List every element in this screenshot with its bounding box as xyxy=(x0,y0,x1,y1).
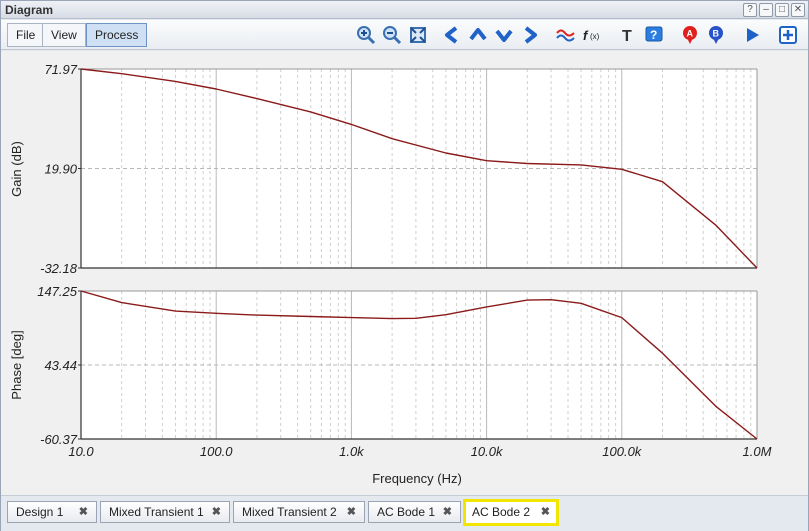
zoom-out-icon[interactable] xyxy=(382,25,402,45)
tab-label: Mixed Transient 2 xyxy=(242,505,337,519)
svg-text:B: B xyxy=(713,29,720,39)
close-tab-icon[interactable]: ✖ xyxy=(347,502,356,522)
window-title: Diagram xyxy=(5,3,54,17)
arrow-up-icon[interactable] xyxy=(468,25,488,45)
frequency-axis-label: Frequency (Hz) xyxy=(372,471,462,486)
diagram-window: Diagram ? – □ ✕ File View Process f (x) T… xyxy=(0,0,809,531)
tab-label: AC Bode 2 xyxy=(472,505,531,519)
tab-mixed-transient-2[interactable]: Mixed Transient 2 ✖ xyxy=(233,501,365,523)
arrow-left-icon[interactable] xyxy=(442,25,462,45)
gain-axis-label: Gain (dB) xyxy=(9,141,24,197)
x-tick-label: 100.0 xyxy=(200,444,233,459)
menu-process[interactable]: Process xyxy=(86,23,148,47)
svg-text:?: ? xyxy=(650,28,657,42)
toolbar: File View Process f (x) T ? A B xyxy=(1,20,808,50)
gain-panel: 71.97 19.90 -32.18 xyxy=(40,62,758,276)
tab-label: Design 1 xyxy=(16,505,64,519)
x-tick-label: 10.0k xyxy=(471,444,504,459)
y-tick-label: -32.18 xyxy=(40,261,78,276)
play-icon[interactable] xyxy=(742,25,762,45)
tab-ac-bode-1[interactable]: AC Bode 1 ✖ xyxy=(368,501,461,523)
phase-axis-label: Phase [deg] xyxy=(9,330,24,399)
help-window-button[interactable]: ? xyxy=(743,3,757,17)
x-tick-label: 1.0M xyxy=(743,444,772,459)
close-tab-icon[interactable]: ✖ xyxy=(79,502,88,522)
bode-chart[interactable]: 71.9719.90-32.18 147.2543.44-60.3710.0 10… xyxy=(1,51,808,495)
y-tick-label: 43.44 xyxy=(44,358,77,373)
tab-bar: Design 1 ✖ Mixed Transient 1 ✖ Mixed Trans… xyxy=(1,495,808,531)
tab-label: Mixed Transient 1 xyxy=(109,505,204,519)
title-bar: Diagram ? – □ ✕ xyxy=(1,1,808,19)
svg-text:(x): (x) xyxy=(590,32,600,41)
waveform-icon[interactable] xyxy=(556,25,576,45)
arrow-right-icon[interactable] xyxy=(520,25,540,45)
menu-view[interactable]: View xyxy=(42,23,86,47)
x-tick-label: 10.0 xyxy=(68,444,94,459)
tab-ac-bode-2[interactable]: AC Bode 2 ✖ xyxy=(463,499,559,526)
close-tab-icon[interactable]: ✖ xyxy=(212,502,221,522)
tab-label: AC Bode 1 xyxy=(377,505,436,519)
marker-b-icon[interactable]: B xyxy=(706,25,726,45)
y-tick-label: 71.97 xyxy=(44,62,77,77)
y-tick-label: 147.25 xyxy=(37,284,78,299)
x-tick-label: 100.0k xyxy=(602,444,643,459)
text-icon[interactable]: T xyxy=(618,25,638,45)
maximize-button[interactable]: □ xyxy=(775,3,789,17)
function-icon[interactable]: f (x) xyxy=(582,25,602,45)
arrow-down-icon[interactable] xyxy=(494,25,514,45)
zoom-in-icon[interactable] xyxy=(356,25,376,45)
close-tab-icon[interactable]: ✖ xyxy=(541,502,550,523)
marker-a-icon[interactable]: A xyxy=(680,25,700,45)
tab-mixed-transient-1[interactable]: Mixed Transient 1 ✖ xyxy=(100,501,230,523)
zoom-fit-icon[interactable] xyxy=(408,25,428,45)
tab-design-1[interactable]: Design 1 ✖ xyxy=(7,501,97,523)
close-window-button[interactable]: ✕ xyxy=(791,3,805,17)
menu-file[interactable]: File xyxy=(7,23,45,47)
x-tick-label: 1.0k xyxy=(339,444,365,459)
y-tick-label: 19.90 xyxy=(44,162,77,177)
minimize-button[interactable]: – xyxy=(759,3,773,17)
phase-panel: 147.2543.44-60.3710.0 100.0 1.0k 10.0k 100.0… xyxy=(37,284,771,459)
add-icon[interactable] xyxy=(778,25,798,45)
help-icon[interactable]: ? xyxy=(644,25,664,45)
close-tab-icon[interactable]: ✖ xyxy=(443,502,452,522)
svg-text:f: f xyxy=(583,28,589,43)
svg-text:T: T xyxy=(622,28,632,45)
svg-text:A: A xyxy=(687,29,694,39)
